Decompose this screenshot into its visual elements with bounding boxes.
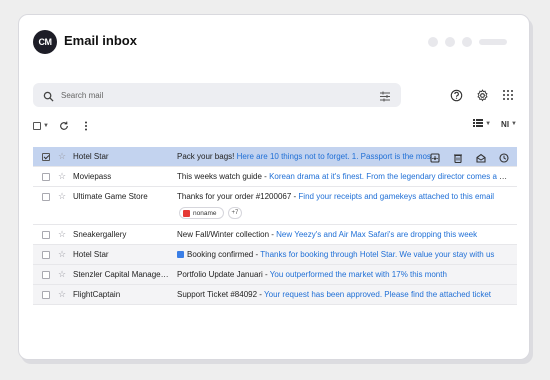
search-icon[interactable] bbox=[43, 89, 54, 107]
row-checkbox[interactable] bbox=[42, 193, 50, 201]
star-icon[interactable]: ☆ bbox=[58, 289, 66, 300]
row-checkbox[interactable] bbox=[42, 271, 50, 279]
email-row[interactable]: ☆ Sneakergallery New Fall/Winter collect… bbox=[33, 225, 517, 245]
email-window: CM Email inbox ▼ bbox=[18, 14, 530, 360]
more-attachments-badge[interactable]: +7 bbox=[227, 207, 243, 219]
window-dot bbox=[462, 37, 472, 47]
language-control[interactable]: NI ▼ bbox=[501, 120, 517, 129]
snooze-clock-icon[interactable] bbox=[497, 151, 511, 165]
search-input[interactable] bbox=[61, 88, 361, 102]
email-sender: Hotel Star bbox=[73, 250, 109, 259]
email-row[interactable]: ☆ Hotel Star Booking confirmed - Thanks … bbox=[33, 245, 517, 265]
email-preview: You outperformed the market with 17% thi… bbox=[269, 270, 447, 279]
gear-icon[interactable] bbox=[475, 88, 489, 102]
email-snippet: This weeks watch guide - Korean drama at… bbox=[177, 172, 509, 181]
star-icon[interactable]: ☆ bbox=[58, 151, 66, 162]
email-sender: Sneakergallery bbox=[73, 230, 127, 239]
search-bar[interactable] bbox=[33, 83, 401, 107]
email-subject: Booking confirmed - bbox=[187, 250, 259, 259]
email-sender: FlightCaptain bbox=[73, 290, 121, 299]
apps-grid-icon[interactable] bbox=[501, 88, 515, 102]
language-label[interactable]: NI bbox=[501, 120, 509, 129]
calendar-icon bbox=[177, 251, 184, 258]
email-row[interactable]: ☆ Ultimate Game Store Thanks for your or… bbox=[33, 187, 517, 225]
app-logo: CM bbox=[33, 30, 57, 54]
window-controls bbox=[428, 37, 507, 47]
attachment-chip[interactable]: noname bbox=[179, 207, 224, 219]
email-preview: Korean drama at it's finest. From the le… bbox=[269, 172, 509, 181]
star-icon[interactable]: ☆ bbox=[58, 249, 66, 260]
email-snippet: Portfolio Update Januari - You outperfor… bbox=[177, 270, 509, 279]
email-sender: Moviepass bbox=[73, 172, 112, 181]
email-sender: Stenzler Capital Management bbox=[73, 270, 173, 279]
email-row[interactable]: ☆ Stenzler Capital Management Portfolio … bbox=[33, 265, 517, 285]
select-all-control[interactable]: ▼ bbox=[33, 122, 49, 130]
email-subject: New Fall/Winter collection - bbox=[177, 230, 274, 239]
email-subject: Pack your bags! bbox=[177, 152, 235, 161]
chevron-down-icon[interactable]: ▼ bbox=[485, 121, 491, 127]
archive-icon[interactable] bbox=[428, 151, 442, 165]
chevron-down-icon[interactable]: ▼ bbox=[43, 123, 49, 129]
star-icon[interactable]: ☆ bbox=[58, 269, 66, 280]
email-row[interactable]: ☆ Moviepass This weeks watch guide - Kor… bbox=[33, 167, 517, 187]
email-sender: Hotel Star bbox=[73, 152, 109, 161]
row-actions bbox=[428, 151, 511, 165]
email-subject: This weeks watch guide - bbox=[177, 172, 267, 181]
email-preview: Your request has been approved. Please f… bbox=[264, 290, 492, 299]
attachments: noname +7 bbox=[179, 207, 243, 219]
star-icon[interactable]: ☆ bbox=[58, 229, 66, 240]
email-preview: Find your receipts and gamekeys attached… bbox=[298, 192, 495, 201]
mark-unread-icon[interactable] bbox=[474, 151, 488, 165]
email-preview: Thanks for booking through Hotel Star. W… bbox=[260, 250, 495, 259]
row-checkbox[interactable] bbox=[42, 153, 50, 161]
top-actions bbox=[449, 88, 515, 102]
window-pill bbox=[479, 39, 507, 45]
row-checkbox[interactable] bbox=[42, 231, 50, 239]
more-vertical-icon[interactable] bbox=[79, 119, 93, 133]
email-preview: Here are 10 things not to forget. 1. Pas… bbox=[236, 152, 439, 161]
select-all-checkbox[interactable] bbox=[33, 122, 41, 130]
filter-icon[interactable] bbox=[379, 89, 391, 107]
email-sender: Ultimate Game Store bbox=[73, 192, 148, 201]
email-row[interactable]: ☆ Hotel Star Pack your bags! Here are 10… bbox=[33, 147, 517, 167]
delete-icon[interactable] bbox=[451, 151, 465, 165]
star-icon[interactable]: ☆ bbox=[58, 191, 66, 202]
pdf-file-icon bbox=[183, 209, 190, 217]
page-title: Email inbox bbox=[64, 33, 137, 48]
window-dot bbox=[428, 37, 438, 47]
email-snippet: Booking confirmed - Thanks for booking t… bbox=[177, 250, 509, 259]
email-subject: Support Ticket #84092 - bbox=[177, 290, 262, 299]
row-checkbox[interactable] bbox=[42, 173, 50, 181]
density-control[interactable]: ▼ bbox=[473, 119, 491, 129]
help-icon[interactable] bbox=[449, 88, 463, 102]
email-snippet: Thanks for your order #1200067 - Find yo… bbox=[177, 192, 509, 201]
density-icon[interactable] bbox=[473, 119, 484, 129]
refresh-icon[interactable] bbox=[57, 119, 71, 133]
email-subject: Thanks for your order #1200067 - bbox=[177, 192, 297, 201]
row-checkbox[interactable] bbox=[42, 251, 50, 259]
list-toolbar: ▼ ▼ NI ▼ bbox=[33, 119, 517, 133]
email-subject: Portfolio Update Januari - bbox=[177, 270, 268, 279]
email-preview: New Yeezy's and Air Max Safari's are dro… bbox=[276, 230, 478, 239]
row-checkbox[interactable] bbox=[42, 291, 50, 299]
attachment-name: noname bbox=[193, 209, 217, 217]
window-dot bbox=[445, 37, 455, 47]
star-icon[interactable]: ☆ bbox=[58, 171, 66, 182]
email-list: ☆ Hotel Star Pack your bags! Here are 10… bbox=[33, 147, 517, 305]
email-row[interactable]: ☆ FlightCaptain Support Ticket #84092 - … bbox=[33, 285, 517, 305]
email-snippet: Pack your bags! Here are 10 things not t… bbox=[177, 152, 439, 161]
email-snippet: New Fall/Winter collection - New Yeezy's… bbox=[177, 230, 509, 239]
email-snippet: Support Ticket #84092 - Your request has… bbox=[177, 290, 509, 299]
chevron-down-icon[interactable]: ▼ bbox=[511, 121, 517, 127]
